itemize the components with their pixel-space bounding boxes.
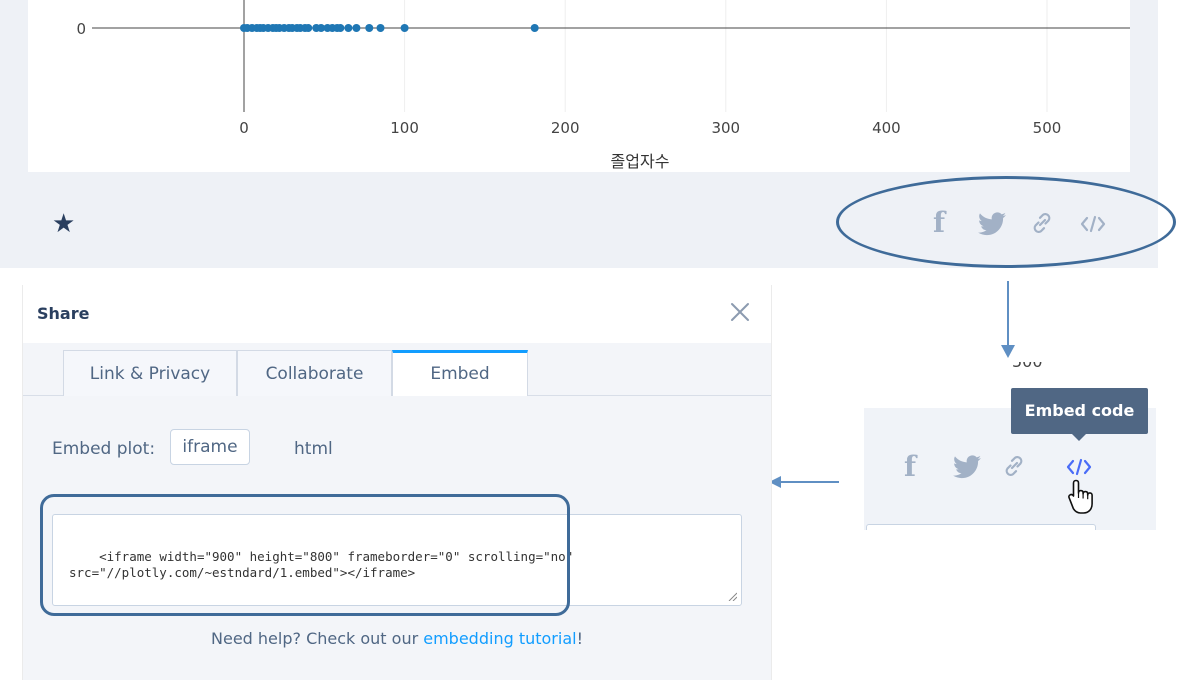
inset-tick-label: 500: [1012, 362, 1043, 371]
x-tick-labels: 0 100 200 300 400 500: [239, 119, 1061, 137]
twitter-icon[interactable]: [953, 455, 981, 484]
html-option-button[interactable]: html: [294, 439, 333, 459]
embed-plot-label: Embed plot:: [52, 439, 156, 459]
help-suffix: !: [576, 629, 583, 648]
scatter-point[interactable]: [352, 24, 361, 32]
x-tick-label: 100: [390, 119, 419, 137]
resize-grip-icon[interactable]: [727, 591, 737, 601]
x-tick-label: 0: [239, 119, 249, 137]
x-tick-label: 500: [1033, 119, 1062, 137]
x-tick-label: 200: [551, 119, 580, 137]
iframe-option-button[interactable]: iframe: [170, 429, 250, 465]
tab-collaborate[interactable]: Collaborate: [237, 350, 392, 396]
close-icon[interactable]: [729, 301, 751, 323]
hand-cursor-icon: [1067, 478, 1097, 521]
scatter-point[interactable]: [365, 24, 374, 32]
dialog-title: Share: [37, 304, 90, 323]
scatter-point[interactable]: [344, 24, 353, 32]
scatter-plot[interactable]: 0 100 200 300 400 500 0 졸업자수: [28, 0, 1130, 172]
share-dialog: Share Link & Privacy Collaborate Embed E…: [22, 285, 772, 680]
y-tick-label: 0: [76, 20, 86, 38]
star-icon[interactable]: ★: [52, 208, 75, 238]
x-tick-label: 300: [711, 119, 740, 137]
x-axis-title: 졸업자수: [611, 152, 670, 171]
scatter-point[interactable]: [530, 24, 539, 32]
facebook-icon[interactable]: f: [904, 452, 916, 482]
scatter-point[interactable]: [336, 24, 345, 32]
scatter-point[interactable]: [304, 24, 313, 32]
help-text: Need help? Check out our embedding tutor…: [23, 629, 771, 648]
scatter-point[interactable]: [400, 24, 409, 32]
tooltip-arrow: [1072, 434, 1086, 441]
inset-input-field: [866, 524, 1096, 530]
link-icon[interactable]: [1000, 452, 1028, 485]
embed-code-highlight: [40, 494, 570, 616]
connector-arrow-left: [780, 481, 839, 483]
x-tick-label: 400: [872, 119, 901, 137]
embedding-tutorial-link[interactable]: embedding tutorial: [423, 629, 576, 648]
help-prefix: Need help? Check out our: [211, 629, 424, 648]
scatter-point[interactable]: [376, 24, 385, 32]
grid-lines: [404, 0, 1048, 112]
embed-code-tooltip: Embed code: [1011, 388, 1148, 434]
dialog-header: [23, 285, 771, 343]
connector-arrow-down: [1007, 281, 1009, 349]
arrow-down-icon: [1001, 345, 1015, 358]
tab-link-privacy[interactable]: Link & Privacy: [63, 350, 237, 396]
plot-card: 0 100 200 300 400 500 0 졸업자수: [28, 0, 1130, 172]
share-icons-highlight: [836, 176, 1176, 268]
tab-embed[interactable]: Embed: [392, 350, 528, 397]
